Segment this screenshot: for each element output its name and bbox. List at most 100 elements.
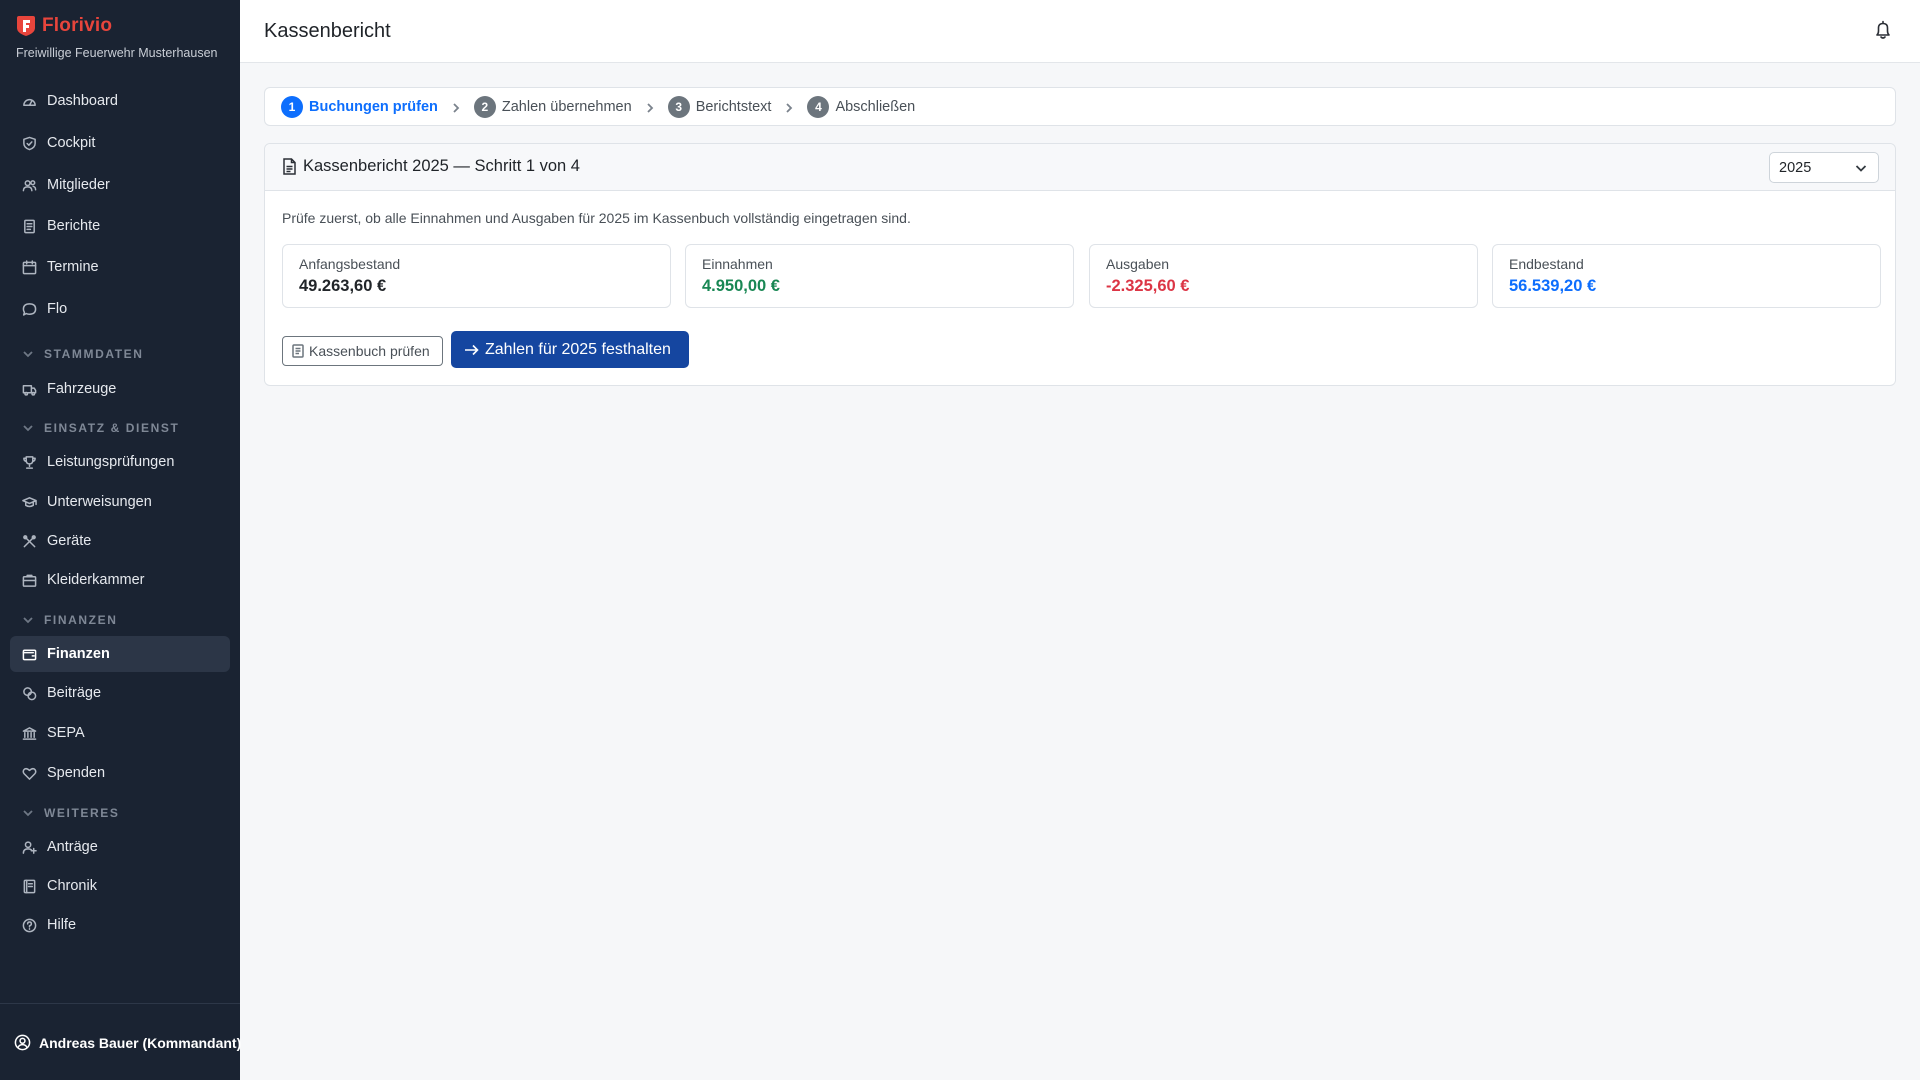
- sidebar-item-antraege[interactable]: Anträge: [10, 829, 230, 865]
- florivio-logo-icon: [17, 16, 35, 36]
- step-zahlen-uebernehmen[interactable]: 2 Zahlen übernehmen: [473, 95, 632, 118]
- section-label: WEITERES: [44, 806, 120, 820]
- heart-icon: [22, 767, 37, 780]
- help-circle-icon: [22, 918, 37, 932]
- wallet-icon: [22, 649, 37, 660]
- sidebar-item-beitraege[interactable]: Beiträge: [10, 675, 230, 711]
- user-menu[interactable]: Andreas Bauer (Kommandant): [14, 1034, 241, 1051]
- stat-einnahmen: Einnahmen 4.950,00 €: [685, 244, 1074, 308]
- step-label: Zahlen übernehmen: [501, 98, 632, 115]
- sidebar-item-flo[interactable]: Flo: [10, 291, 230, 327]
- step-label: Buchungen prüfen: [309, 98, 438, 115]
- sidebar-item-label: Hilfe: [47, 917, 77, 933]
- user-circle-icon: [14, 1034, 31, 1051]
- button-label: Kassenbuch prüfen: [309, 343, 430, 359]
- shield-icon: [23, 136, 36, 150]
- sidebar-item-unterweisungen[interactable]: Unterweisungen: [10, 484, 230, 520]
- step-berichtstext[interactable]: 3 Berichtstext: [667, 95, 772, 118]
- sidebar-item-cockpit[interactable]: Cockpit: [10, 125, 230, 161]
- stat-value: 56.539,20 €: [1509, 277, 1597, 295]
- arrow-right-icon: [465, 344, 479, 355]
- chevron-down-icon: [23, 617, 33, 624]
- notification-button[interactable]: [1872, 19, 1894, 41]
- chevron-right-icon: [450, 101, 462, 113]
- zahlen-festhalten-button[interactable]: Zahlen für 2025 festhalten: [451, 331, 689, 368]
- sidebar-item-label: Berichte: [47, 218, 101, 234]
- section-label: FINANZEN: [44, 613, 118, 627]
- truck-icon: [22, 384, 37, 396]
- document-icon: [283, 158, 296, 175]
- section-label: STAMMDATEN: [44, 347, 144, 361]
- sidebar-item-label: Spenden: [47, 765, 106, 781]
- stat-value: -2.325,60 €: [1106, 277, 1190, 295]
- step-label: Berichtstext: [695, 98, 772, 115]
- bank-icon: [22, 726, 37, 740]
- chevron-down-icon: [23, 810, 33, 817]
- sidebar-item-hilfe[interactable]: Hilfe: [10, 907, 230, 943]
- stat-anfangsbestand: Anfangsbestand 49.263,60 €: [282, 244, 671, 308]
- sidebar-item-finanzen[interactable]: Finanzen: [10, 636, 230, 672]
- sidebar-item-chronik[interactable]: Chronik: [10, 868, 230, 904]
- chat-bubble-icon: [22, 302, 37, 316]
- sidebar-item-label: Finanzen: [47, 646, 110, 662]
- gauge-icon: [23, 98, 36, 106]
- section-finanzen[interactable]: FINANZEN: [22, 613, 117, 627]
- sidebar-item-sepa[interactable]: SEPA: [10, 715, 230, 751]
- section-weiteres[interactable]: WEITERES: [22, 806, 119, 820]
- user-bar: Andreas Bauer (Kommandant): [0, 1003, 241, 1080]
- stat-label: Einnahmen: [702, 256, 773, 272]
- chevron-right-icon: [644, 101, 656, 113]
- year-select[interactable]: 2025: [1769, 152, 1879, 183]
- sidebar-item-termine[interactable]: Termine: [10, 249, 230, 285]
- stat-label: Ausgaben: [1106, 256, 1170, 272]
- brand-subtitle: Freiwillige Feuerwehr Musterhausen: [16, 46, 218, 60]
- stat-label: Endbestand: [1509, 256, 1584, 272]
- sidebar-item-geraete[interactable]: Geräte: [10, 523, 230, 559]
- trophy-icon: [23, 455, 36, 469]
- step-number: 4: [807, 95, 830, 118]
- sidebar-item-kleiderkammer[interactable]: Kleiderkammer: [10, 562, 230, 598]
- step-number: 3: [667, 95, 690, 118]
- coins-icon: [23, 686, 37, 700]
- stat-ausgaben: Ausgaben -2.325,60 €: [1089, 244, 1478, 308]
- sidebar-item-label: Fahrzeuge: [47, 381, 117, 397]
- button-label: Zahlen für 2025 festhalten: [485, 340, 671, 358]
- chevron-down-icon: [23, 351, 33, 358]
- sidebar: Florivio Freiwillige Feuerwehr Musterhau…: [0, 0, 241, 1080]
- sidebar-item-fahrzeuge[interactable]: Fahrzeuge: [10, 371, 230, 407]
- card-title-text: Kassenbericht 2025 — Schritt 1 von 4: [303, 157, 580, 175]
- document-icon: [24, 219, 35, 233]
- sidebar-item-mitglieder[interactable]: Mitglieder: [10, 167, 230, 203]
- section-stammdaten[interactable]: STAMMDATEN: [22, 347, 144, 361]
- sidebar-item-label: Dashboard: [47, 93, 118, 109]
- bell-icon: [1876, 20, 1890, 39]
- stat-value: 4.950,00 €: [702, 277, 780, 295]
- sidebar-item-label: Kleiderkammer: [47, 572, 145, 588]
- people-icon: [22, 179, 37, 191]
- book-icon: [23, 879, 36, 893]
- person-add-icon: [22, 840, 37, 854]
- kassenbuch-pruefen-button[interactable]: Kassenbuch prüfen: [282, 336, 443, 366]
- stat-label: Anfangsbestand: [299, 256, 401, 272]
- sidebar-item-label: Geräte: [47, 533, 92, 549]
- calendar-icon: [22, 259, 37, 274]
- stat-endbestand: Endbestand 56.539,20 €: [1492, 244, 1881, 308]
- card-title: Kassenbericht 2025 — Schritt 1 von 4: [282, 157, 580, 176]
- step-abschliessen[interactable]: 4 Abschließen: [807, 95, 915, 118]
- sidebar-item-dashboard[interactable]: Dashboard: [10, 83, 230, 119]
- section-einsatz-dienst[interactable]: EINSATZ & DIENST: [22, 421, 179, 435]
- intro-text: Prüfe zuerst, ob alle Einnahmen und Ausg…: [282, 210, 911, 226]
- card-header: Kassenbericht 2025 — Schritt 1 von 4 202…: [265, 144, 1895, 191]
- sidebar-item-label: Cockpit: [47, 135, 96, 151]
- sidebar-item-leistungspruefungen[interactable]: Leistungsprüfungen: [10, 444, 230, 480]
- sidebar-item-label: Flo: [47, 301, 68, 317]
- wizard-stepper: 1 Buchungen prüfen 2 Zahlen übernehmen 3…: [264, 87, 1896, 126]
- step-buchungen-pruefen[interactable]: 1 Buchungen prüfen: [281, 95, 438, 118]
- kassenbericht-card: Kassenbericht 2025 — Schritt 1 von 4 202…: [264, 143, 1896, 386]
- sidebar-item-berichte[interactable]: Berichte: [10, 208, 230, 244]
- sidebar-item-label: Leistungsprüfungen: [47, 454, 175, 470]
- sidebar-item-label: Termine: [47, 259, 99, 275]
- sidebar-item-spenden[interactable]: Spenden: [10, 755, 230, 791]
- sidebar-item-label: SEPA: [47, 725, 85, 741]
- brand[interactable]: Florivio: [16, 15, 112, 37]
